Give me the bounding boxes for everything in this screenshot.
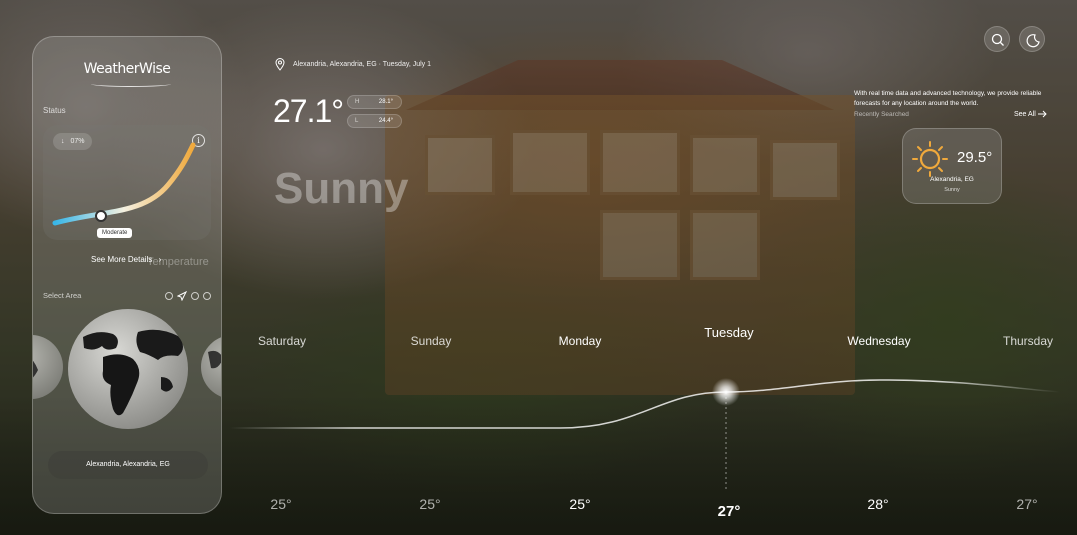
chevron-right-icon: › [158, 255, 162, 264]
location-pin-icon [275, 58, 285, 71]
globe-right-icon [201, 337, 221, 397]
recent-city: Alexandria, EG [930, 176, 974, 183]
globe-left-icon [33, 335, 63, 399]
forecast-day[interactable]: Wednesday [847, 334, 910, 348]
forecast-temp-selected: 27° [717, 503, 741, 520]
location-arrow-icon[interactable] [177, 291, 187, 301]
area-options [165, 291, 211, 301]
gauge-curve [52, 142, 196, 226]
low-icon: L [355, 118, 359, 124]
status-panel: WeatherWise Status ↓ 07% i Moderate Temp… [32, 36, 222, 514]
forecast-day-selected[interactable]: Tuesday [704, 325, 753, 340]
high-temp-chip: H 28.1° [347, 95, 402, 109]
forecast-day[interactable]: Saturday [258, 334, 306, 348]
status-label: Status [43, 106, 66, 115]
low-temp: 24.4° [378, 118, 393, 124]
logo-underline [91, 81, 171, 87]
forecast-temp: 28° [867, 496, 889, 512]
moon-icon [1026, 34, 1040, 48]
option-dot-icon[interactable] [203, 292, 211, 300]
see-all-link[interactable]: See All [1014, 110, 1048, 118]
search-icon [991, 33, 1004, 46]
search-button[interactable] [984, 26, 1010, 52]
high-icon: H [355, 99, 360, 105]
gauge-handle [95, 210, 107, 222]
temperature-gauge: ↓ 07% i Moderate Temperature [43, 125, 211, 268]
theme-toggle-button[interactable] [1019, 26, 1045, 52]
forecast-day[interactable]: Sunday [411, 334, 452, 348]
recently-searched-label: Recently Searched [854, 111, 909, 118]
selected-location[interactable]: Alexandria, Alexandria, EG [48, 451, 208, 479]
forecast-day[interactable]: Thursday [1003, 334, 1053, 348]
tagline: With real time data and advanced technol… [854, 90, 1042, 107]
arrow-right-icon [1037, 110, 1047, 118]
sun-icon [912, 141, 948, 177]
recent-search-card[interactable]: 29.5° Alexandria, EG Sunny [902, 128, 1002, 204]
see-more-details-link[interactable]: See More Details › [91, 255, 161, 264]
globe-center-icon [68, 309, 188, 429]
forecast-temp: 25° [569, 496, 591, 512]
recent-condition: Sunny [944, 187, 960, 193]
low-temp-chip: L 24.4° [347, 114, 402, 128]
select-area-label: Select Area [43, 291, 82, 300]
high-temp: 28.1° [378, 99, 393, 105]
recent-temperature: 29.5° [957, 149, 993, 166]
option-dot-icon[interactable] [191, 292, 199, 300]
forecast-temp: 25° [419, 496, 441, 512]
forecast-temp: 25° [270, 496, 292, 512]
level-tooltip: Moderate [97, 228, 133, 238]
current-temperature: 27.1° [273, 93, 344, 129]
option-dot-icon[interactable] [165, 292, 173, 300]
app-logo: WeatherWise [83, 61, 171, 77]
location-line: Alexandria, Alexandria, EG · Tuesday, Ju… [275, 58, 431, 71]
forecast-day[interactable]: Monday [559, 334, 602, 348]
globe-carousel[interactable] [33, 307, 222, 437]
current-condition: Sunny [274, 164, 409, 213]
forecast-temp: 27° [1016, 496, 1038, 512]
